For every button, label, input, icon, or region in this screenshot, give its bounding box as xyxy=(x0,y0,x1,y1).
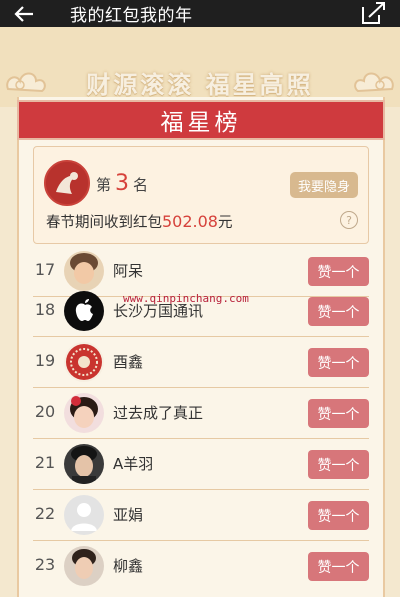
list-item: 23 柳鑫 赞一个 xyxy=(33,541,369,592)
rank-number: 21 xyxy=(34,453,56,472)
avatar xyxy=(64,342,104,382)
avatar xyxy=(64,444,104,484)
list-item: 19 酉鑫 赞一个 xyxy=(33,337,369,388)
like-button[interactable]: 赞一个 xyxy=(308,501,369,530)
arrow-left-icon xyxy=(14,5,33,22)
like-button[interactable]: 赞一个 xyxy=(308,552,369,581)
rank-number: 20 xyxy=(34,402,56,421)
page-title: 我的红包我的年 xyxy=(70,6,193,26)
avatar xyxy=(64,393,104,433)
auspicious-cloud-icon xyxy=(354,72,394,93)
list-item: 21 A羊羽 赞一个 xyxy=(33,439,369,490)
red-packet-amount: 502.08 xyxy=(162,212,218,231)
red-packet-summary: 春节期间收到红包502.08元 xyxy=(46,211,232,232)
like-button[interactable]: 赞一个 xyxy=(308,348,369,377)
hide-me-button[interactable]: 我要隐身 xyxy=(290,172,358,198)
avatar xyxy=(64,546,104,586)
banner-slogan: 财源滚滚 福星高照 xyxy=(86,70,314,99)
my-rank-card: 第3名 我要隐身 春节期间收到红包502.08元 ? xyxy=(33,146,369,244)
my-rank-number: 3 xyxy=(115,171,130,196)
watermark-text: www.qinpinchang.com xyxy=(123,292,249,305)
user-name: 柳鑫 xyxy=(113,557,144,575)
summary-text: 春节期间收到红包 xyxy=(46,215,162,231)
help-icon[interactable]: ? xyxy=(340,211,358,229)
like-button[interactable]: 赞一个 xyxy=(308,297,369,326)
avatar xyxy=(64,251,104,291)
list-item: 20 过去成了真正 赞一个 xyxy=(33,388,369,439)
user-name: 酉鑫 xyxy=(113,353,144,371)
user-name: 过去成了真正 xyxy=(113,404,204,422)
rank-suffix: 名 xyxy=(133,176,149,194)
like-button[interactable]: 赞一个 xyxy=(308,399,369,428)
rank-number: 17 xyxy=(34,260,56,279)
user-name: A羊羽 xyxy=(113,455,154,473)
rank-prefix: 第 xyxy=(96,176,112,194)
rank-number: 23 xyxy=(34,555,56,574)
user-name: 阿呆 xyxy=(113,262,144,280)
like-button[interactable]: 赞一个 xyxy=(308,450,369,479)
rank-number: 19 xyxy=(34,351,56,370)
my-rank-label: 第3名 xyxy=(96,171,148,196)
leaderboard-title: 福星榜 xyxy=(17,100,385,140)
avatar xyxy=(64,495,104,535)
user-name: 亚娟 xyxy=(113,506,144,524)
like-button[interactable]: 赞一个 xyxy=(308,257,369,286)
festival-banner: 财源滚滚 福星高照 xyxy=(0,27,400,107)
rank-number: 18 xyxy=(34,300,56,319)
my-avatar xyxy=(44,160,90,206)
avatar xyxy=(64,291,104,331)
rank-number: 22 xyxy=(34,504,56,523)
back-button[interactable] xyxy=(0,0,48,27)
amount-unit: 元 xyxy=(217,215,233,231)
share-icon[interactable] xyxy=(360,1,386,25)
app-bar: 我的红包我的年 xyxy=(0,0,400,27)
list-item: 22 亚娟 赞一个 xyxy=(33,490,369,541)
